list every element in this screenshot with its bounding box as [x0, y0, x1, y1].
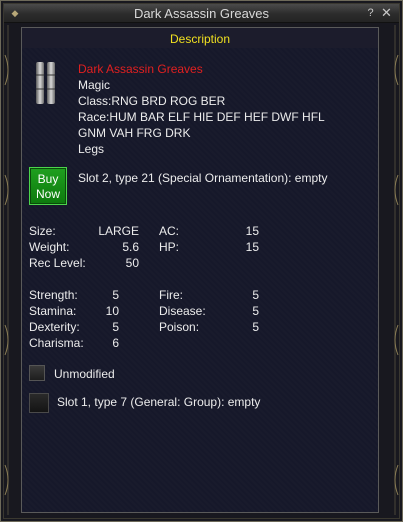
tab-description[interactable]: Description — [21, 27, 379, 49]
right-frame-ornament-icon — [394, 25, 399, 515]
buy-now-button[interactable]: Buy Now — [29, 167, 67, 205]
weight-value: 5.6 — [122, 240, 139, 254]
fire-label: Fire: — [159, 288, 183, 302]
dexterity-label: Dexterity: — [29, 320, 80, 334]
item-classes: Class:RNG BRD ROG BER — [78, 94, 226, 108]
buy-now-label-line1: Buy — [37, 172, 59, 186]
unmodified-label: Unmodified — [54, 367, 115, 381]
ac-value: 15 — [245, 224, 259, 238]
title-bar[interactable]: ◆ Dark Assassin Greaves ? ✕ — [4, 4, 399, 23]
ac-label: AC: — [159, 224, 180, 238]
augment-slot-1-text: Slot 1, type 7 (General: Group): empty — [57, 395, 261, 409]
greaves-icon — [36, 62, 55, 104]
rec-level-label: Rec Level: — [29, 256, 86, 270]
close-button[interactable]: ✕ — [380, 6, 393, 20]
stamina-label: Stamina: — [29, 304, 77, 318]
hp-value: 15 — [245, 240, 259, 254]
disease-label: Disease: — [159, 304, 206, 318]
poison-value: 5 — [252, 320, 259, 334]
item-info: Dark Assassin Greaves Magic Class:RNG BR… — [78, 61, 325, 157]
fire-value: 5 — [252, 288, 259, 302]
augment-slot-1-box[interactable] — [29, 393, 49, 413]
item-slot-type: Legs — [78, 142, 105, 156]
item-rarity: Magic — [78, 78, 111, 92]
strength-value: 5 — [112, 288, 119, 302]
charisma-label: Charisma: — [29, 336, 84, 350]
strength-label: Strength: — [29, 288, 78, 302]
item-races-continued: GNM VAH FRG DRK — [78, 126, 191, 140]
augment-slot-2-text: Slot 2, type 21 (Special Ornamentation):… — [78, 171, 328, 185]
item-name: Dark Assassin Greaves — [78, 62, 203, 76]
dexterity-value: 5 — [112, 320, 119, 334]
item-display-window: ◆ Dark Assassin Greaves ? ✕ Description … — [0, 0, 403, 522]
stamina-value: 10 — [105, 304, 119, 318]
buy-now-label-line2: Now — [35, 187, 60, 201]
charisma-value: 6 — [112, 336, 119, 350]
size-value: LARGE — [98, 224, 139, 238]
size-label: Size: — [29, 224, 56, 238]
weight-label: Weight: — [29, 240, 70, 254]
poison-label: Poison: — [159, 320, 200, 334]
unmodified-checkbox[interactable] — [29, 365, 45, 381]
help-button[interactable]: ? — [364, 6, 377, 20]
window-title: Dark Assassin Greaves — [133, 6, 270, 21]
item-races: Race:HUM BAR ELF HIE DEF HEF DWF HFL — [78, 110, 325, 124]
hp-label: HP: — [159, 240, 180, 254]
rec-level-value: 50 — [125, 256, 139, 270]
left-frame-ornament-icon — [4, 25, 9, 515]
disease-value: 5 — [252, 304, 259, 318]
